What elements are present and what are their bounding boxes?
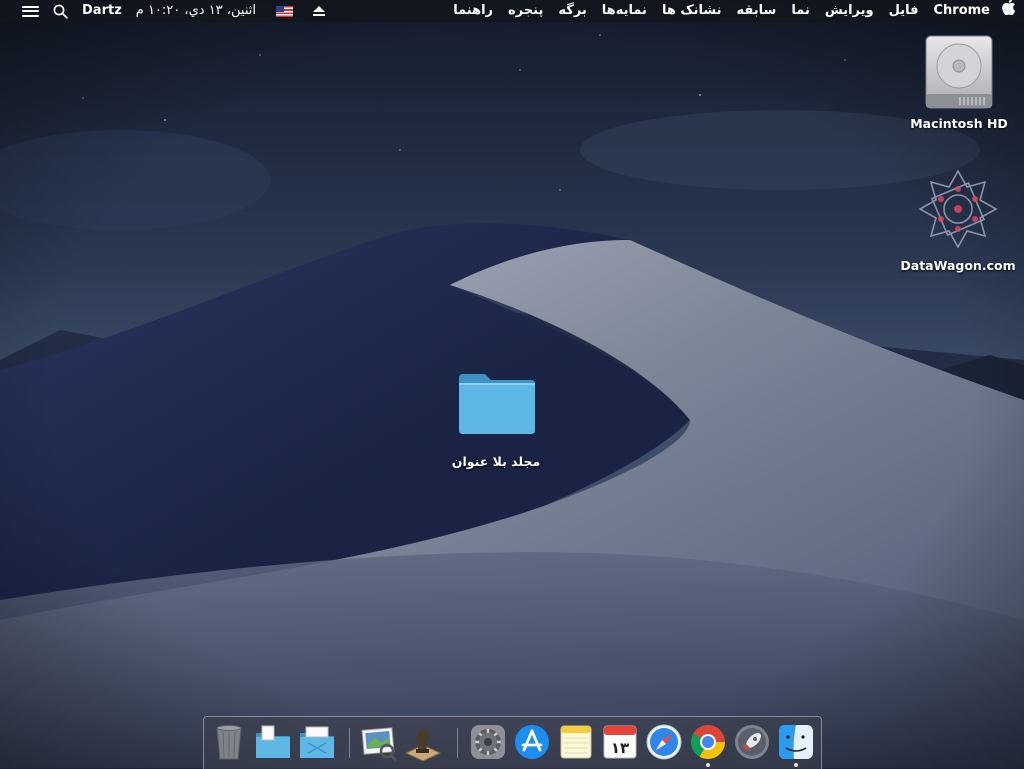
menu-help[interactable]: راهنما [453,0,493,22]
app-menu-chrome[interactable]: Chrome [933,0,990,22]
preview-icon[interactable] [360,723,398,761]
menu-file[interactable]: فایل [889,0,919,22]
menu-edit[interactable]: ویرایش [825,0,874,22]
desktop-icon-label: DataWagon.com [900,258,1016,273]
safari-icon[interactable] [645,723,683,761]
documents-folder-icon[interactable] [298,723,336,761]
status-area: Dartz اثنين، ۱۳ دي، ۱۰:۲۰ م [22,0,339,22]
menu-history[interactable]: سابقه [737,0,777,22]
running-indicator-finder [794,763,798,767]
system-preferences-icon[interactable] [469,723,507,761]
list-icon[interactable] [22,5,39,17]
menu-bookmarks[interactable]: نشانک ها [662,0,722,22]
menu-view[interactable]: نما [791,0,809,22]
calendar-icon[interactable]: ۱۳ [601,723,639,761]
search-icon[interactable] [53,4,68,19]
eject-icon[interactable] [312,6,325,16]
app-menus: Chrome فایل ویرایش نما سابقه نشانک ها نم… [438,0,1016,22]
desktop-icon-label: Macintosh HD [910,116,1008,131]
dock-separator [349,728,350,758]
notes-icon[interactable] [557,723,595,761]
user-name[interactable]: Dartz [82,0,122,22]
launchpad-icon[interactable] [733,723,771,761]
chess-icon[interactable] [404,723,442,761]
clock[interactable]: اثنين، ۱۳ دي، ۱۰:۲۰ م [136,0,256,22]
menu-tab[interactable]: برگه [558,0,586,22]
desktop-icon-macintosh-hd[interactable]: Macintosh HD [902,32,1016,131]
desktop-icon-label: مجلد بلا عنوان [451,454,541,469]
chrome-icon[interactable] [689,723,727,761]
apple-icon[interactable] [1002,0,1016,23]
hard-drive-icon [925,35,993,109]
desktop-icon-untitled-folder[interactable]: مجلد بلا عنوان [436,368,556,469]
running-indicator-chrome [706,763,710,767]
folder-icon [459,374,535,434]
dock-separator [457,728,458,758]
calendar-day: ۱۳ [611,739,629,757]
app-store-icon[interactable] [513,723,551,761]
desktop-icon-datawagon[interactable]: DataWagon.com [896,168,1020,273]
menu-profiles[interactable]: نمایه‌ها [602,0,647,22]
menu-window[interactable]: پنجره [508,0,543,22]
star-emblem-icon [918,169,998,249]
us-flag-icon[interactable] [275,5,293,17]
applications-folder-icon[interactable] [254,723,292,761]
finder-icon[interactable] [777,723,815,761]
dock: ۱۳ [203,716,822,769]
menu-bar: Chrome فایل ویرایش نما سابقه نشانک ها نم… [0,0,1024,22]
trash-icon[interactable] [210,723,248,761]
